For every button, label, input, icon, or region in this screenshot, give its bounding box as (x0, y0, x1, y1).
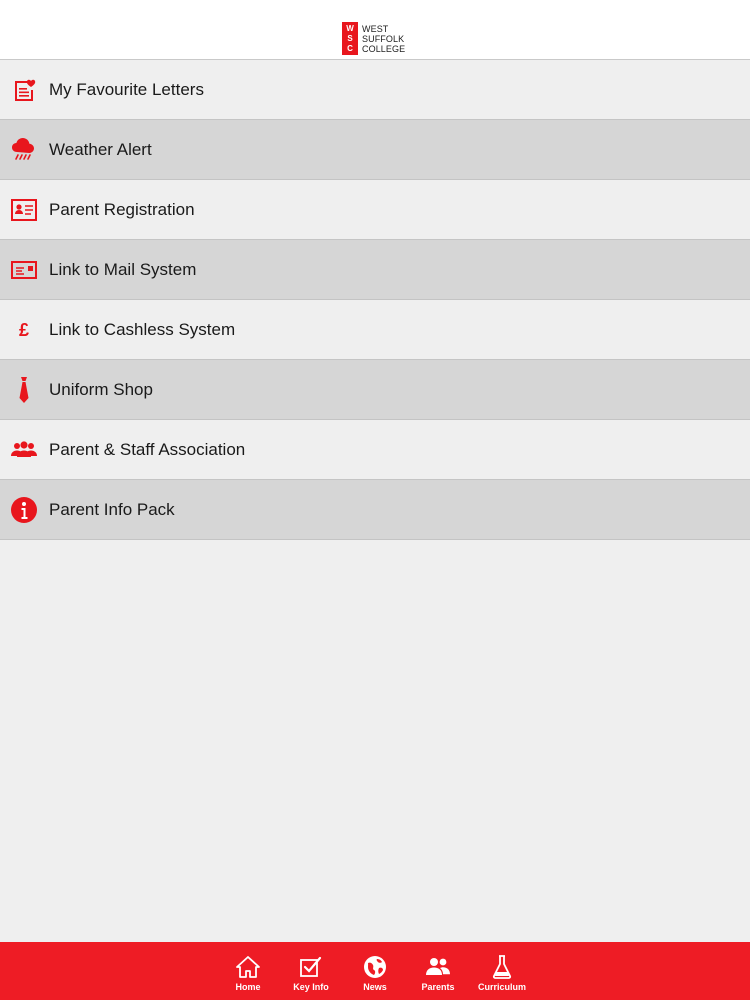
tab-label: News (363, 982, 387, 992)
menu-item-label: Link to Cashless System (49, 319, 236, 339)
id-card-icon (10, 196, 38, 224)
logo-text: WEST SUFFOLK COLLEGE (362, 22, 405, 55)
svg-text:£: £ (19, 320, 29, 340)
menu-item-label: My Favourite Letters (49, 79, 204, 99)
info-icon (10, 496, 38, 524)
parents-menu-list: My Favourite Letters Weather Alert Paren… (0, 60, 750, 540)
tab-parents[interactable]: Parents (408, 942, 468, 1000)
logo-letter: C (347, 44, 353, 54)
tab-curriculum[interactable]: Curriculum (472, 942, 532, 1000)
cloud-rain-icon (10, 136, 38, 164)
bottom-tab-bar: Home Key Info News Parents Curriculum (0, 942, 750, 1000)
menu-item-favourite-letters[interactable]: My Favourite Letters (0, 60, 750, 120)
menu-item-label: Link to Mail System (49, 259, 197, 279)
menu-item-label: Parent & Staff Association (49, 439, 246, 459)
tab-label: Home (235, 982, 261, 992)
envelope-icon (10, 256, 38, 284)
menu-item-weather-alert[interactable]: Weather Alert (0, 120, 750, 180)
group-icon (10, 436, 38, 464)
logo-line: WEST (362, 23, 389, 34)
menu-item-parent-info-pack[interactable]: Parent Info Pack (0, 480, 750, 540)
flask-icon (489, 954, 515, 980)
logo-line: SUFFOLK (362, 33, 405, 44)
menu-item-cashless-system[interactable]: £ Link to Cashless System (0, 300, 750, 360)
tab-key-info[interactable]: Key Info (281, 942, 341, 1000)
menu-item-label: Uniform Shop (49, 379, 153, 399)
tie-icon (10, 376, 38, 404)
menu-item-label: Parent Info Pack (49, 499, 175, 519)
logo-line: COLLEGE (362, 43, 406, 54)
menu-item-label: Weather Alert (49, 139, 152, 159)
logo-letter: S (347, 33, 353, 43)
menu-item-parent-staff-association[interactable]: Parent & Staff Association (0, 420, 750, 480)
tab-home[interactable]: Home (218, 942, 278, 1000)
menu-item-label: Parent Registration (49, 199, 195, 219)
letter-heart-icon (10, 76, 38, 104)
checkbox-icon (298, 954, 324, 980)
tab-news[interactable]: News (345, 942, 405, 1000)
tab-label: Parents (421, 982, 455, 992)
parents-icon (425, 954, 451, 980)
globe-icon (362, 954, 388, 980)
home-icon (235, 954, 261, 980)
college-logo: W S C WEST SUFFOLK COLLEGE (342, 22, 405, 55)
pound-icon: £ (10, 316, 38, 344)
tab-label: Curriculum (477, 982, 526, 992)
header-bar: W S C WEST SUFFOLK COLLEGE (0, 0, 750, 60)
tab-label: Key Info (293, 982, 329, 992)
logo-block: W S C (342, 22, 358, 55)
logo-letter: W (346, 23, 354, 33)
menu-item-mail-system[interactable]: Link to Mail System (0, 240, 750, 300)
menu-item-uniform-shop[interactable]: Uniform Shop (0, 360, 750, 420)
menu-item-parent-registration[interactable]: Parent Registration (0, 180, 750, 240)
